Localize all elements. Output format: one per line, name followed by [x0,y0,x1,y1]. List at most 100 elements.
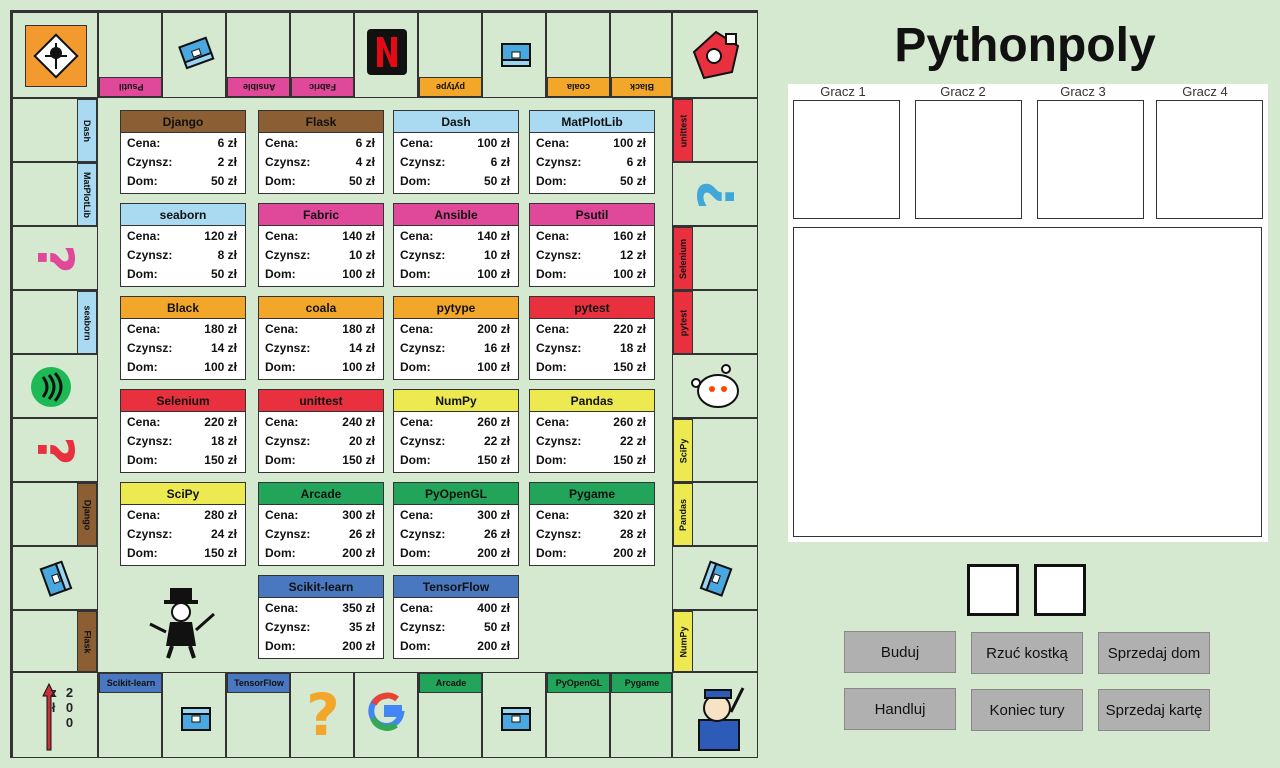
property-card-label: Dom: [127,359,158,374]
property-card-name: Ansible [394,204,518,226]
trade-button[interactable]: Handluj [844,688,956,730]
property-card-value: 100 zł [613,266,646,281]
property-card-label: Czynsz: [265,340,311,355]
property-card-row: Czynsz: 22 zł [530,431,654,450]
property-card-row: Dom: 200 zł [394,543,518,562]
property-card-value: 200 zł [342,638,375,653]
end-turn-button[interactable]: Koniec tury [971,689,1083,731]
property-card-name: unittest [259,390,383,412]
property-card-row: Czynsz: 28 zł [530,524,654,543]
roll-dice-button[interactable]: Rzuć kostką [971,632,1083,674]
property-card-value: 12 zł [619,247,646,262]
property-card: seaborn Cena: 120 zł Czynsz: 8 zł Dom: 50 zł [120,203,246,287]
property-card-row: Cena: 260 zł [530,412,654,431]
property-card-name: TensorFlow [394,576,518,598]
game-board: 200 zł Psutil Ansible Fabric pytype coal… [10,10,758,758]
bottom-cell-8: PyOpenGL [546,672,610,758]
property-card-value: 28 zł [619,526,646,541]
property-card: Flask Cena: 6 zł Czynsz: 4 zł Dom: 50 zł [258,110,384,194]
property-card-label: Cena: [400,228,434,243]
property-card-row: Cena: 400 zł [394,598,518,617]
band-selenium: Selenium [673,227,693,289]
property-card: coala Cena: 180 zł Czynsz: 14 zł Dom: 100 zł [258,296,384,380]
bottom-cell-2 [162,672,226,758]
property-card-row: Cena: 160 zł [530,226,654,245]
property-card-row: Dom: 150 zł [259,450,383,469]
property-card-row: Czynsz: 16 zł [394,338,518,357]
band-tensorflow: TensorFlow [227,673,289,693]
property-card-row: Cena: 300 zł [259,505,383,524]
property-card: TensorFlow Cena: 400 zł Czynsz: 50 zł Dom: 200… [393,575,519,659]
top-cell-6: pytype [418,12,482,98]
property-card-value: 6 zł [217,135,237,150]
property-card-label: Dom: [400,266,431,281]
property-card-value: 220 zł [613,321,646,336]
property-card-label: Dom: [536,545,567,560]
property-card-row: Dom: 200 zł [530,543,654,562]
property-card-value: 300 zł [342,507,375,522]
property-card-label: Cena: [536,507,570,522]
sell-card-button[interactable]: Sprzedaj kartę [1098,689,1210,731]
property-card-label: Dom: [265,266,296,281]
property-card-label: Dom: [265,452,296,467]
bottom-cell-7 [482,672,546,758]
property-card-label: Cena: [265,135,299,150]
property-card-label: Cena: [536,135,570,150]
property-card-label: Cena: [127,321,161,336]
property-card-value: 200 zł [477,321,510,336]
property-card-label: Czynsz: [536,526,582,541]
property-card-value: 240 zł [342,414,375,429]
property-card-value: 200 zł [613,545,646,560]
property-card-value: 100 zł [204,359,237,374]
property-card-row: Dom: 100 zł [121,357,245,376]
right-cell-4: pytest [672,290,758,354]
property-card-label: Czynsz: [265,247,311,262]
sell-house-button[interactable]: Sprzedaj dom [1098,632,1210,674]
left-cell-6: ? [12,418,98,482]
property-card-name: seaborn [121,204,245,226]
property-card-name: SciPy [121,483,245,505]
property-card-value: 20 zł [348,433,375,448]
property-card-label: Czynsz: [127,247,173,262]
right-cell-7: Pandas [672,482,758,546]
property-card-value: 18 zł [210,433,237,448]
property-card-label: Czynsz: [536,247,582,262]
property-card-name: NumPy [394,390,518,412]
property-card-label: Cena: [265,414,299,429]
property-card-value: 50 zł [483,619,510,634]
property-card-label: Dom: [536,359,567,374]
property-card-value: 200 zł [342,545,375,560]
property-card: Psutil Cena: 160 zł Czynsz: 12 zł Dom: 100 zł [529,203,655,287]
property-card-row: Dom: 100 zł [394,264,518,283]
property-card-name: pytest [530,297,654,319]
property-card-value: 22 zł [483,433,510,448]
player-panel: Gracz 1 Gracz 2 Gracz 3 Gracz 4 [788,84,1268,542]
property-card-label: Cena: [127,507,161,522]
property-card: Ansible Cena: 140 zł Czynsz: 10 zł Dom: 100 zł [393,203,519,287]
property-card-value: 200 zł [477,638,510,653]
band-coala: coala [547,77,609,97]
corner-jail [12,12,98,98]
property-card-value: 280 zł [204,507,237,522]
property-card-value: 350 zł [342,600,375,615]
start-amount: 200 zł [46,685,77,730]
property-card-value: 6 zł [626,154,646,169]
property-card-row: Dom: 100 zł [394,357,518,376]
property-card-label: Czynsz: [400,154,446,169]
property-card-name: coala [259,297,383,319]
property-card-label: Cena: [536,414,570,429]
reddit-icon [683,359,749,415]
property-card-row: Cena: 100 zł [530,133,654,152]
band-flask: Flask [77,611,97,671]
property-card-row: Cena: 220 zł [121,412,245,431]
band-dash: Dash [77,99,97,161]
property-card-label: Cena: [400,135,434,150]
top-cell-5 [354,12,418,98]
corner-start: 200 zł [12,672,98,758]
property-card-name: Django [121,111,245,133]
property-card-row: Czynsz: 6 zł [394,152,518,171]
build-button[interactable]: Buduj [844,631,956,673]
property-card-row: Cena: 260 zł [394,412,518,431]
property-card: SciPy Cena: 280 zł Czynsz: 24 zł Dom: 150 zł [120,482,246,566]
property-card-label: Czynsz: [400,247,446,262]
